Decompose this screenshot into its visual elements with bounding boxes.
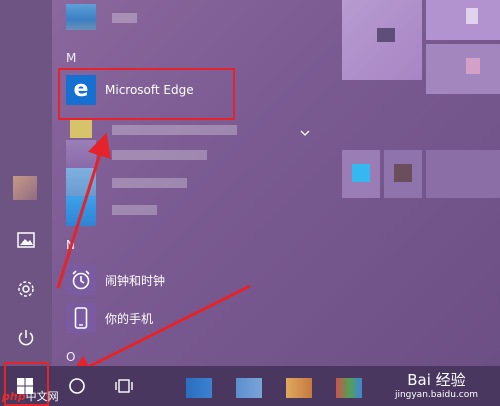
taskbar-app[interactable] (336, 378, 362, 398)
live-tile[interactable] (426, 44, 500, 94)
arrow-to-start (67, 284, 251, 378)
live-tile[interactable] (342, 0, 422, 80)
task-view-icon[interactable] (110, 372, 138, 400)
baidu-watermark: Bai 经验 jingyan.baidu.com (394, 371, 478, 400)
php-watermark: php中文网 (2, 390, 59, 403)
taskbar-app[interactable] (186, 378, 212, 398)
search-circle-icon[interactable] (63, 372, 91, 400)
taskbar-app[interactable] (236, 378, 262, 398)
live-tiles (322, 0, 500, 366)
arrow-to-edge (56, 132, 111, 289)
live-tile[interactable] (426, 0, 500, 40)
live-tile[interactable] (342, 150, 380, 198)
live-tile[interactable] (426, 150, 500, 198)
taskbar-app[interactable] (286, 378, 312, 398)
live-tile[interactable] (384, 150, 422, 198)
